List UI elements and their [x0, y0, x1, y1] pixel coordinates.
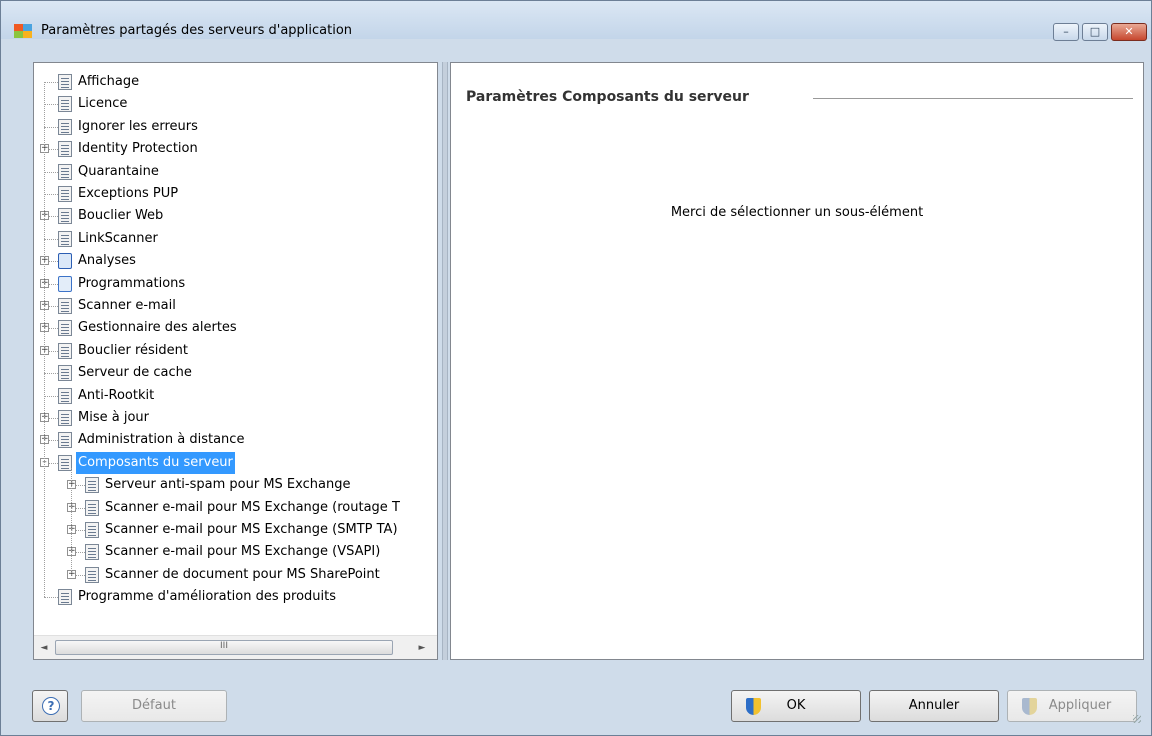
search-icon	[58, 253, 72, 270]
settings-tree-panel: Affichage Licence Ignorer les erreurs + Iden…	[33, 62, 438, 660]
tree-item-label: Licence	[78, 96, 128, 112]
tree-item-label: Gestionnaire des alertes	[78, 320, 237, 336]
horizontal-scrollbar[interactable]: ◄ III ►	[34, 635, 437, 659]
grip-icon: III	[220, 641, 228, 651]
help-icon: ?	[42, 697, 60, 715]
settings-detail-panel: Paramètres Composants du serveur Merci d…	[450, 62, 1144, 660]
document-icon	[58, 410, 72, 426]
uac-shield-icon	[1022, 698, 1037, 715]
document-icon	[58, 589, 72, 606]
tree-item-label: Scanner e-mail pour MS Exchange (SMTP TA…	[105, 522, 398, 537]
document-icon	[85, 499, 99, 516]
tree-item-label: Bouclier résident	[78, 342, 188, 358]
document-icon	[58, 96, 72, 113]
document-icon	[58, 432, 72, 449]
scrollbar-thumb[interactable]: III	[55, 640, 393, 655]
tree-item-label: Exceptions PUP	[78, 186, 179, 201]
document-icon	[58, 230, 72, 247]
window-title: Paramètres partagés des serveurs d'appli…	[41, 23, 353, 38]
tree-item-label: Scanner e-mail pour MS Exchange (VSAPI)	[105, 544, 381, 560]
document-icon	[58, 186, 72, 202]
tree-item-label: Identity Protection	[78, 141, 198, 157]
tree-item-label: LinkScanner	[78, 230, 158, 246]
default-button[interactable]: Défaut	[81, 690, 227, 722]
tree-item-label: Mise à jour	[78, 410, 149, 425]
tree-item-label: Scanner de document pour MS SharePoint	[105, 566, 380, 582]
document-icon	[85, 566, 99, 583]
tree-item-label: Bouclier Web	[78, 208, 164, 224]
tree-item-label: Analyses	[78, 253, 136, 269]
tree-item-label: Administration à distance	[78, 432, 245, 448]
tree-item-label: Ignorer les erreurs	[78, 118, 198, 134]
tree-item-label: Anti-Rootkit	[78, 387, 155, 403]
document-icon	[58, 387, 72, 404]
apply-label: Appliquer	[1048, 698, 1112, 713]
panel-splitter[interactable]	[442, 62, 448, 660]
document-icon	[58, 320, 72, 337]
ok-label: OK	[786, 698, 806, 713]
minimize-button[interactable]: –	[1053, 23, 1079, 41]
document-icon	[58, 342, 72, 359]
title-bar[interactable]: Paramètres partagés des serveurs d'appli…	[1, 1, 1151, 41]
tree-item-label: Composants du serveur	[76, 451, 235, 474]
document-icon	[85, 544, 99, 561]
document-icon	[58, 163, 72, 180]
tree-item-label: Affichage	[78, 74, 140, 89]
ok-button[interactable]: OK	[731, 690, 861, 722]
avg-logo-icon	[14, 24, 32, 38]
maximize-button[interactable]: □	[1082, 23, 1108, 41]
tree-guide-line	[71, 467, 72, 575]
help-button[interactable]: ?	[32, 690, 68, 722]
document-icon	[58, 74, 72, 90]
apply-button[interactable]: Appliquer	[1007, 690, 1137, 722]
scroll-right-arrow-icon[interactable]: ►	[414, 640, 430, 656]
uac-shield-icon	[746, 698, 761, 715]
schedule-icon	[58, 275, 72, 292]
document-icon	[58, 454, 72, 471]
document-icon	[58, 298, 72, 314]
tree-item-label: Programmations	[78, 275, 186, 291]
tree-item-label: Serveur de cache	[78, 365, 192, 381]
document-icon	[58, 141, 72, 158]
tree-item-label: Programme d'amélioration des produits	[78, 589, 337, 605]
tree-item-label: Scanner e-mail	[78, 298, 176, 313]
dialog-footer: ? Défaut OK Annuler Appliquer	[9, 677, 1145, 727]
cancel-button[interactable]: Annuler	[869, 690, 999, 722]
resize-grip-icon[interactable]	[1133, 715, 1141, 723]
select-subitem-message: Merci de sélectionner un sous-élément	[670, 205, 924, 220]
section-title: Paramètres Composants du serveur	[466, 89, 749, 105]
document-icon	[58, 208, 72, 225]
tree-item-label: Serveur anti-spam pour MS Exchange	[105, 477, 351, 493]
document-icon	[58, 365, 72, 382]
settings-window: Paramètres partagés des serveurs d'appli…	[0, 0, 1152, 736]
document-icon	[58, 118, 72, 135]
tree-guide-line	[44, 82, 45, 598]
document-icon	[85, 477, 99, 494]
title-divider	[813, 98, 1133, 99]
settings-tree[interactable]: Affichage Licence Ignorer les erreurs + Iden…	[34, 63, 437, 635]
document-icon	[85, 522, 99, 538]
close-button[interactable]: ✕	[1111, 23, 1147, 41]
content-area: Affichage Licence Ignorer les erreurs + Iden…	[9, 54, 1145, 668]
scroll-left-arrow-icon[interactable]: ◄	[36, 640, 52, 656]
tree-item-label: Scanner e-mail pour MS Exchange (routage…	[105, 499, 400, 515]
tree-item-label: Quarantaine	[78, 163, 159, 179]
